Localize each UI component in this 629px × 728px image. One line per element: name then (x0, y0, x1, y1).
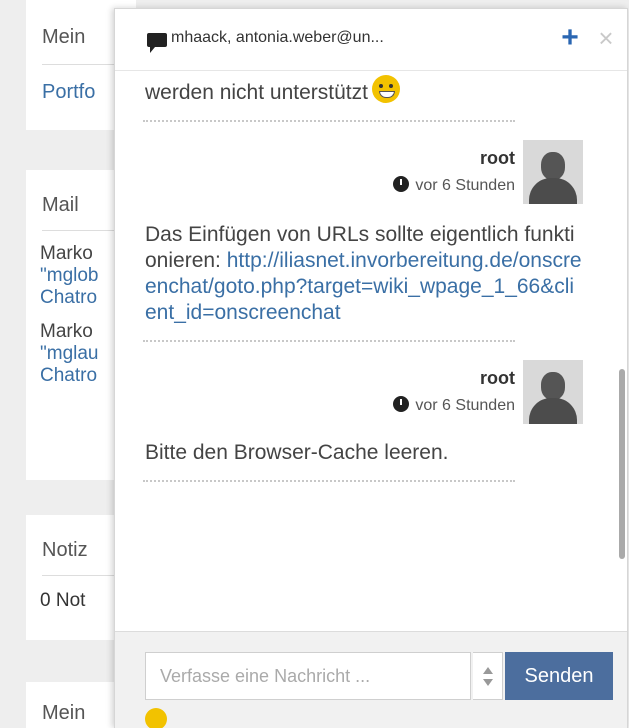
resize-stepper[interactable] (473, 652, 503, 700)
message-author: root (480, 148, 515, 168)
chat-window: mhaack, antonia.weber@un... + × werden n… (114, 8, 628, 728)
message-list: werden nicht unterstützt root vor 6 Stun… (115, 71, 627, 631)
message-time: vor 6 Stunden (393, 176, 515, 195)
message-text: Bitte den Browser-Cache leeren. (145, 441, 449, 464)
message-author: root (480, 368, 515, 388)
avatar (523, 140, 583, 204)
plus-icon[interactable]: + (555, 23, 585, 53)
smiley-icon (371, 75, 400, 103)
message-composer: Senden (115, 631, 627, 728)
message-input[interactable] (145, 652, 471, 700)
chat-title[interactable]: mhaack, antonia.weber@un... (171, 29, 501, 47)
message-time-text: vor 6 Stunden (415, 177, 515, 194)
chat-message: root vor 6 Stunden Das Einfügen von URLs… (115, 122, 627, 342)
message-body: werden nicht unterstützt (145, 81, 368, 104)
chevron-down-icon (483, 679, 493, 686)
clock-icon (393, 396, 410, 412)
close-icon[interactable]: × (593, 23, 619, 53)
message-time: vor 6 Stunden (393, 396, 515, 415)
chat-message: root vor 6 Stunden Bitte den Browser-Cac… (115, 342, 627, 482)
message-divider (143, 480, 515, 482)
emoji-picker-icon[interactable] (145, 708, 167, 728)
message-meta: root vor 6 Stunden (115, 140, 627, 208)
chat-bubble-icon (147, 33, 167, 53)
message-scrollbar[interactable] (619, 369, 625, 559)
message-text: werden nicht unterstützt (115, 75, 585, 106)
clock-icon (393, 176, 410, 192)
message-meta: root vor 6 Stunden (115, 360, 627, 428)
chat-message: werden nicht unterstützt (115, 71, 627, 122)
send-button[interactable]: Senden (505, 652, 613, 700)
chevron-up-icon (483, 667, 493, 674)
avatar (523, 360, 583, 424)
message-text: Das Einfügen von URLs sollte eigentlich … (115, 222, 585, 326)
message-time-text: vor 6 Stunden (415, 397, 515, 414)
chat-header: mhaack, antonia.weber@un... + × (115, 9, 627, 71)
